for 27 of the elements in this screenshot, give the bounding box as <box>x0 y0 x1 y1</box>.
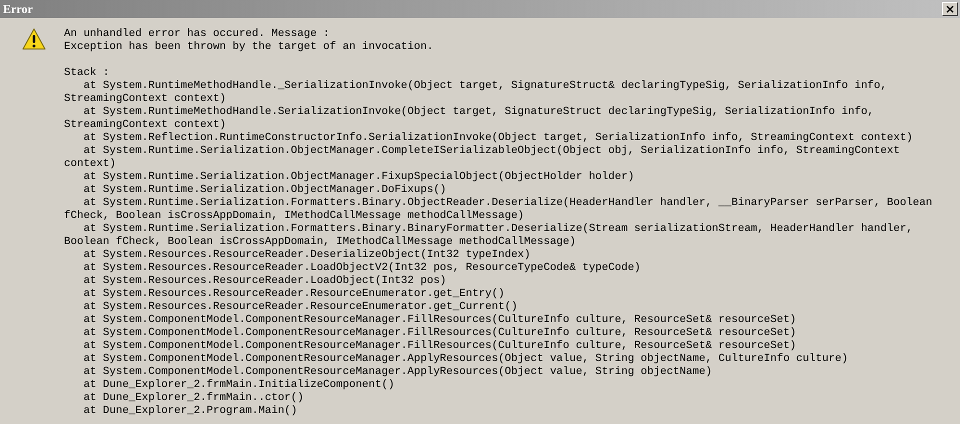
stack-frame: at System.Resources.ResourceReader.DeserializeObject(Int32 typeIndex) <box>64 249 948 262</box>
stack-frame: at System.ComponentModel.ComponentResourceManager.ApplyResources(Object value, String objectName, CultureInfo culture) <box>64 353 948 366</box>
stack-frame: at System.RuntimeMethodHandle._SerializationInvoke(Object target, SignatureStruct& declaringTypeSig, SerializationInfo info, StreamingContext context) <box>64 80 948 106</box>
stack-frame: at Dune_Explorer_2.Program.Main() <box>64 405 948 418</box>
stack-frame: at Dune_Explorer_2.frmMain.InitializeComponent() <box>64 379 948 392</box>
error-message: An unhandled error has occured. Message : <box>64 28 331 41</box>
stack-frame: at System.Runtime.Serialization.Formatters.Binary.ObjectReader.Deserialize(HeaderHandler handler, __BinaryParser serParser, Boolean fCheck, Boolean isCrossAppDomain, IMethodCallMessage methodCallMessage) <box>64 197 948 223</box>
stack-frame: at System.Resources.ResourceReader.ResourceEnumerator.get_Current() <box>64 301 948 314</box>
stack-frame: at System.ComponentModel.ComponentResourceManager.FillResources(CultureInfo culture, ResourceSet& resourceSet) <box>64 314 948 327</box>
close-button[interactable]: × <box>942 2 958 16</box>
stack-frame: at Dune_Explorer_2.frmMain..ctor() <box>64 392 948 405</box>
window-title: Error <box>3 2 33 16</box>
stack-frame: at System.ComponentModel.ComponentResourceManager.ApplyResources(Object value, String objectName) <box>64 366 948 379</box>
warning-icon <box>22 28 46 50</box>
stack-frame: at System.ComponentModel.ComponentResourceManager.FillResources(CultureInfo culture, ResourceSet& resourceSet) <box>64 340 948 353</box>
stack-label: Stack : <box>64 67 110 80</box>
stack-frame: at System.Runtime.Serialization.ObjectManager.DoFixups() <box>64 184 948 197</box>
stack-frame: at System.Runtime.Serialization.ObjectManager.FixupSpecialObject(ObjectHolder holder) <box>64 171 948 184</box>
stack-frame: at System.Resources.ResourceReader.LoadObjectV2(Int32 pos, ResourceTypeCode& typeCode) <box>64 262 948 275</box>
stack-frame: at System.Runtime.Serialization.Formatters.Binary.BinaryFormatter.Deserialize(Stream serializationStream, HeaderHandler handler, Boolean fCheck, Boolean isCrossAppDomain, IMethodCallMessage methodCallMessage) <box>64 223 948 249</box>
stack-frame: at System.Reflection.RuntimeConstructorInfo.SerializationInvoke(Object target, SerializationInfo info, StreamingContext context) <box>64 132 948 145</box>
stack-frame: at System.Runtime.Serialization.ObjectManager.CompleteISerializableObject(Object obj, SerializationInfo info, StreamingContext context) <box>64 145 948 171</box>
stack-frame: at System.ComponentModel.ComponentResourceManager.FillResources(CultureInfo culture, ResourceSet& resourceSet) <box>64 327 948 340</box>
stack-frame: at System.Resources.ResourceReader.LoadObject(Int32 pos) <box>64 275 948 288</box>
error-message: Exception has been thrown by the target of an invocation. <box>64 41 434 54</box>
stack-frame: at System.RuntimeMethodHandle.SerializationInvoke(Object target, SignatureStruct declaringTypeSig, SerializationInfo info, StreamingContext context) <box>64 106 948 132</box>
stack-frame: at System.Resources.ResourceReader.ResourceEnumerator.get_Entry() <box>64 288 948 301</box>
